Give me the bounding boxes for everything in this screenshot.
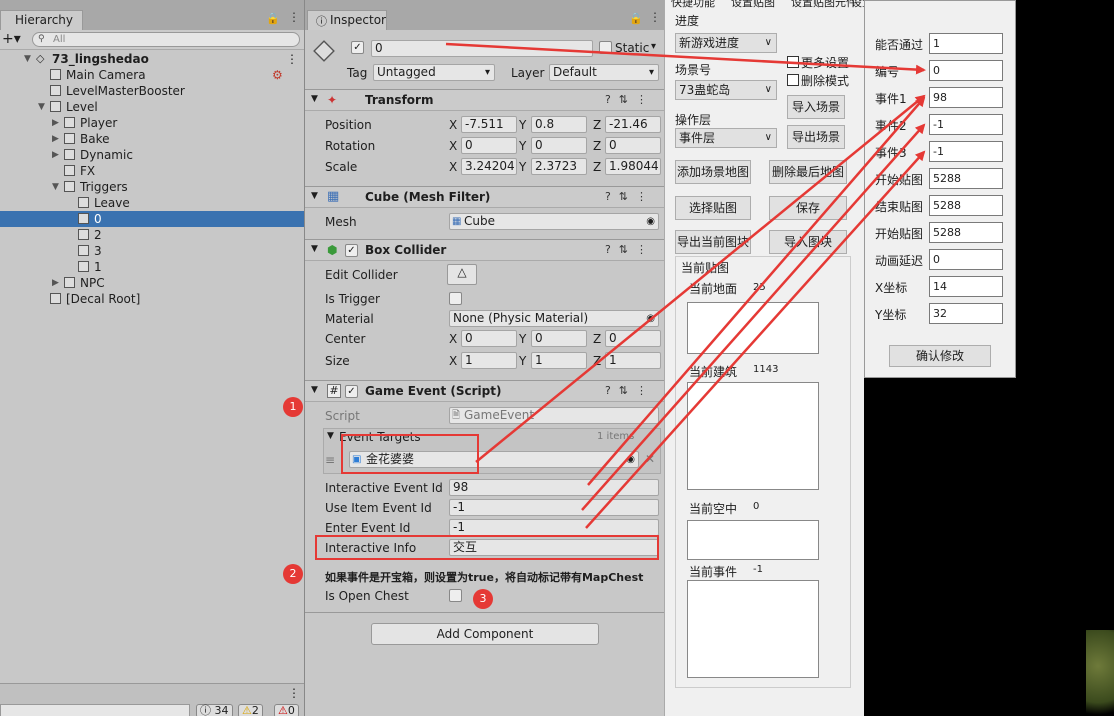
annotation-arrows	[445, 42, 926, 529]
arrow-target	[475, 94, 926, 463]
arrow-enter	[585, 150, 926, 529]
arrow-name-to-id	[445, 42, 926, 75]
arrow-interactive	[587, 96, 926, 486]
arrow-use-item	[581, 123, 926, 511]
